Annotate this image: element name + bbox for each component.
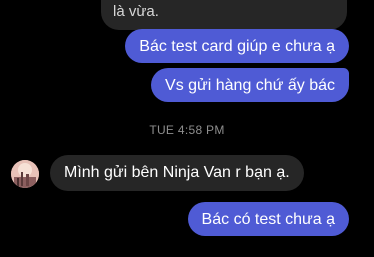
incoming-message-bubble-cut[interactable]: là vừa. (101, 0, 347, 30)
outgoing-message-text: Vs gửi hàng chứ ấy bác (165, 77, 335, 94)
avatar[interactable] (11, 160, 39, 188)
incoming-message-bubble[interactable]: Mình gửi bên Ninja Van r bạn ạ. (50, 155, 304, 191)
outgoing-message-bubble[interactable]: Bác có test chưa ạ (187, 202, 349, 236)
message-timestamp: TUE 4:58 PM (149, 123, 225, 137)
outgoing-message-bubble[interactable]: Bác test card giúp e chưa ạ (125, 29, 349, 63)
outgoing-message-text: Bác test card giúp e chưa ạ (139, 38, 335, 55)
incoming-message-text-line2: là vừa. (113, 3, 159, 20)
outgoing-message-bubble[interactable]: Vs gửi hàng chứ ấy bác (151, 68, 349, 102)
outgoing-message-text: Bác có test chưa ạ (201, 211, 335, 228)
chat-thread[interactable]: là vừa. Bác test card giúp e chưa ạ Vs g… (0, 0, 374, 257)
user-avatar-icon (11, 160, 39, 188)
incoming-message-text: Mình gửi bên Ninja Van r bạn ạ. (64, 164, 290, 181)
